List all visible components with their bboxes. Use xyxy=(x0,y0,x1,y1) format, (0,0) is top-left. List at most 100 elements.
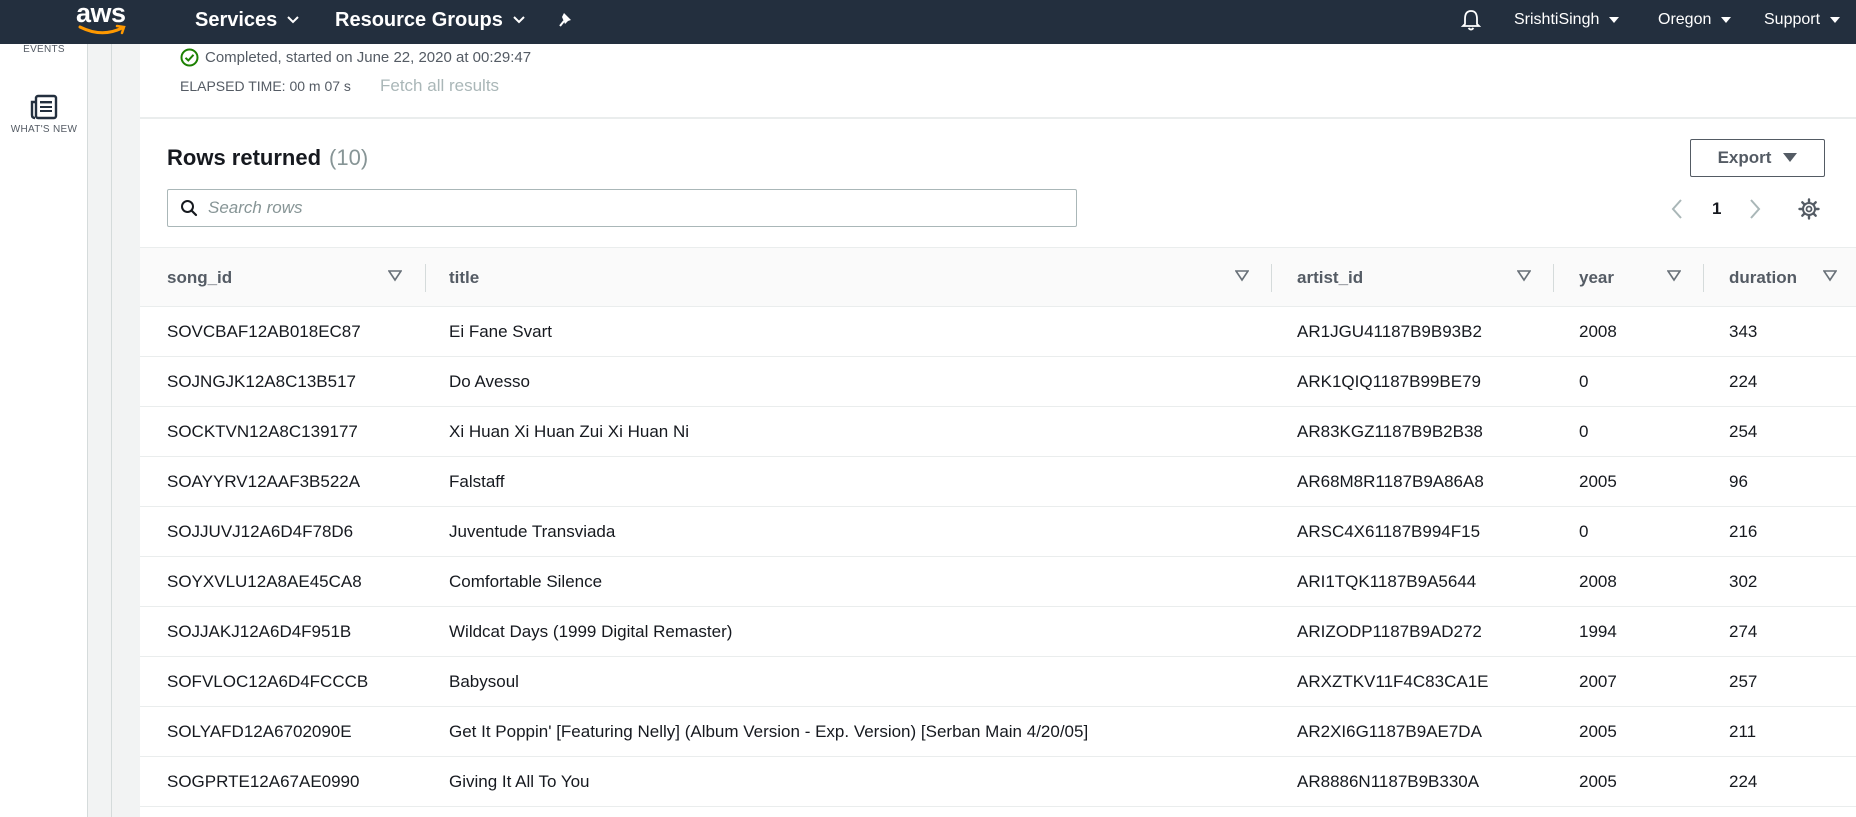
previous-page-button[interactable] xyxy=(1670,197,1684,221)
caret-down-icon xyxy=(1721,16,1732,23)
aws-smile-icon xyxy=(78,24,126,35)
sort-icon[interactable] xyxy=(1235,270,1249,282)
sort-icon[interactable] xyxy=(1823,270,1837,282)
caret-down-icon xyxy=(1830,16,1841,23)
cell-artist-id: AR83KGZ1187B9B2B38 xyxy=(1297,422,1483,441)
top-nav: aws Services Resource Groups SrishtiSing… xyxy=(0,0,1856,44)
cell-year: 1994 xyxy=(1579,622,1617,641)
rows-returned-panel: Rows returned (10) Export 1 xyxy=(140,118,1856,817)
column-header-artist-id[interactable]: artist_id xyxy=(1297,248,1363,308)
table-row: SOJNGJK12A8C13B517 Do Avesso ARK1QIQ1187… xyxy=(140,357,1856,407)
events-nav-item[interactable]: EVENTS xyxy=(0,44,88,55)
rows-returned-heading: Rows returned (10) xyxy=(167,145,368,171)
elapsed-time: ELAPSED TIME: 00 m 07 s xyxy=(180,78,351,94)
sort-icon[interactable] xyxy=(1517,270,1531,282)
cell-artist-id: AR8886N1187B9B330A xyxy=(1297,772,1480,791)
user-label: SrishtiSingh xyxy=(1514,11,1600,28)
cell-title: Xi Huan Xi Huan Zui Xi Huan Ni xyxy=(449,422,690,441)
cell-artist-id: ARIZODP1187B9AD272 xyxy=(1297,622,1482,641)
whats-new-nav-item[interactable]: WHAT'S NEW xyxy=(0,124,88,135)
chevron-down-icon xyxy=(287,16,300,24)
cell-year: 0 xyxy=(1579,422,1589,441)
services-label: Services xyxy=(195,8,278,31)
cell-duration: 224 xyxy=(1729,772,1758,791)
cell-title: Do Avesso xyxy=(449,372,530,391)
cell-title: Juventude Transviada xyxy=(449,522,616,541)
table-settings-button[interactable] xyxy=(1798,197,1820,221)
table-row: SOAYYRV12AAF3B522A Falstaff AR68M8R1187B… xyxy=(140,457,1856,507)
next-page-button[interactable] xyxy=(1748,197,1762,221)
cell-title: Falstaff xyxy=(449,472,505,491)
current-page-number[interactable]: 1 xyxy=(1712,199,1721,219)
cell-duration: 224 xyxy=(1729,372,1758,391)
fetch-all-results-link[interactable]: Fetch all results xyxy=(380,76,499,96)
column-divider[interactable] xyxy=(425,264,426,292)
column-divider[interactable] xyxy=(1703,264,1704,292)
pin-icon xyxy=(559,13,571,27)
export-button[interactable]: Export xyxy=(1690,139,1825,177)
column-header-duration[interactable]: duration xyxy=(1729,248,1797,308)
cell-year: 2005 xyxy=(1579,472,1617,491)
support-menu[interactable]: Support xyxy=(1764,0,1841,40)
cell-song-id: SOJJAKJ12A6D4F951B xyxy=(167,622,352,641)
cell-artist-id: ARK1QIQ1187B99BE79 xyxy=(1297,372,1481,391)
resource-groups-menu[interactable]: Resource Groups xyxy=(335,0,525,40)
column-divider[interactable] xyxy=(1271,264,1272,292)
chevron-right-icon xyxy=(1750,199,1761,219)
cell-song-id: SOGPRTE12A67AE0990 xyxy=(167,772,360,791)
table-row: SOVCBAF12AB018EC87 Ei Fane Svart AR1JGU4… xyxy=(140,307,1856,357)
column-header-year[interactable]: year xyxy=(1579,248,1614,308)
table-row: SOLYAFD12A6702090E Get It Poppin' [Featu… xyxy=(140,707,1856,757)
services-menu[interactable]: Services xyxy=(195,0,300,40)
support-label: Support xyxy=(1764,11,1821,28)
cell-artist-id: AR68M8R1187B9A86A8 xyxy=(1297,472,1484,491)
gear-icon xyxy=(1798,198,1820,220)
chevron-down-icon xyxy=(513,16,525,24)
cell-year: 2008 xyxy=(1579,572,1617,591)
search-rows-input[interactable] xyxy=(208,198,1068,218)
cell-year: 2005 xyxy=(1579,722,1617,741)
cell-artist-id: AR1JGU41187B9B93B2 xyxy=(1297,322,1482,341)
column-header-title[interactable]: title xyxy=(449,248,479,308)
region-label: Oregon xyxy=(1658,11,1712,28)
caret-down-icon xyxy=(1783,153,1798,162)
newspaper-icon[interactable] xyxy=(30,94,58,120)
cell-song-id: SOJNGJK12A8C13B517 xyxy=(167,372,356,391)
aws-logo[interactable]: aws xyxy=(74,0,130,40)
region-menu[interactable]: Oregon xyxy=(1658,0,1732,40)
table-row: SOFVLOC12A6D4FCCCB Babysoul ARXZTKV11F4C… xyxy=(140,657,1856,707)
cell-song-id: SOLYAFD12A6702090E xyxy=(167,722,352,741)
cell-year: 2008 xyxy=(1579,322,1617,341)
cell-title: Wildcat Days (1999 Digital Remaster) xyxy=(449,622,733,641)
cell-title: Comfortable Silence xyxy=(449,572,603,591)
column-divider[interactable] xyxy=(1553,264,1554,292)
cell-year: 0 xyxy=(1579,522,1589,541)
status-line: Completed, started on June 22, 2020 at 0… xyxy=(180,48,531,67)
cell-year: 0 xyxy=(1579,372,1589,391)
table-row: SOYXVLU12A8AE45CA8 Comfortable Silence A… xyxy=(140,557,1856,607)
check-circle-icon xyxy=(180,48,199,67)
cell-duration: 274 xyxy=(1729,622,1758,641)
column-header-song-id[interactable]: song_id xyxy=(167,248,232,308)
query-status-panel: Completed, started on June 22, 2020 at 0… xyxy=(140,44,1856,118)
notifications-button[interactable] xyxy=(1460,0,1482,40)
cell-title: Get It Poppin' [Featuring Nelly] (Album … xyxy=(449,722,1089,741)
cell-duration: 96 xyxy=(1729,472,1748,491)
pin-button[interactable] xyxy=(557,0,575,40)
caret-down-icon xyxy=(1609,16,1620,23)
rail-gutter xyxy=(89,44,112,817)
search-rows-field[interactable] xyxy=(167,189,1077,227)
sort-icon[interactable] xyxy=(388,270,402,282)
results-table: song_id title artist_id year duration SO… xyxy=(140,247,1856,807)
export-label: Export xyxy=(1717,148,1772,167)
user-menu[interactable]: SrishtiSingh xyxy=(1514,0,1620,40)
cell-song-id: SOYXVLU12A8AE45CA8 xyxy=(167,572,362,591)
cell-song-id: SOFVLOC12A6D4FCCCB xyxy=(167,672,369,691)
sort-icon[interactable] xyxy=(1667,270,1681,282)
cell-duration: 343 xyxy=(1729,322,1758,341)
cell-song-id: SOJJUVJ12A6D4F78D6 xyxy=(167,522,354,541)
cell-year: 2005 xyxy=(1579,772,1617,791)
cell-song-id: SOVCBAF12AB018EC87 xyxy=(167,322,361,341)
cell-duration: 254 xyxy=(1729,422,1758,441)
table-row: SOCKTVN12A8C139177 Xi Huan Xi Huan Zui X… xyxy=(140,407,1856,457)
